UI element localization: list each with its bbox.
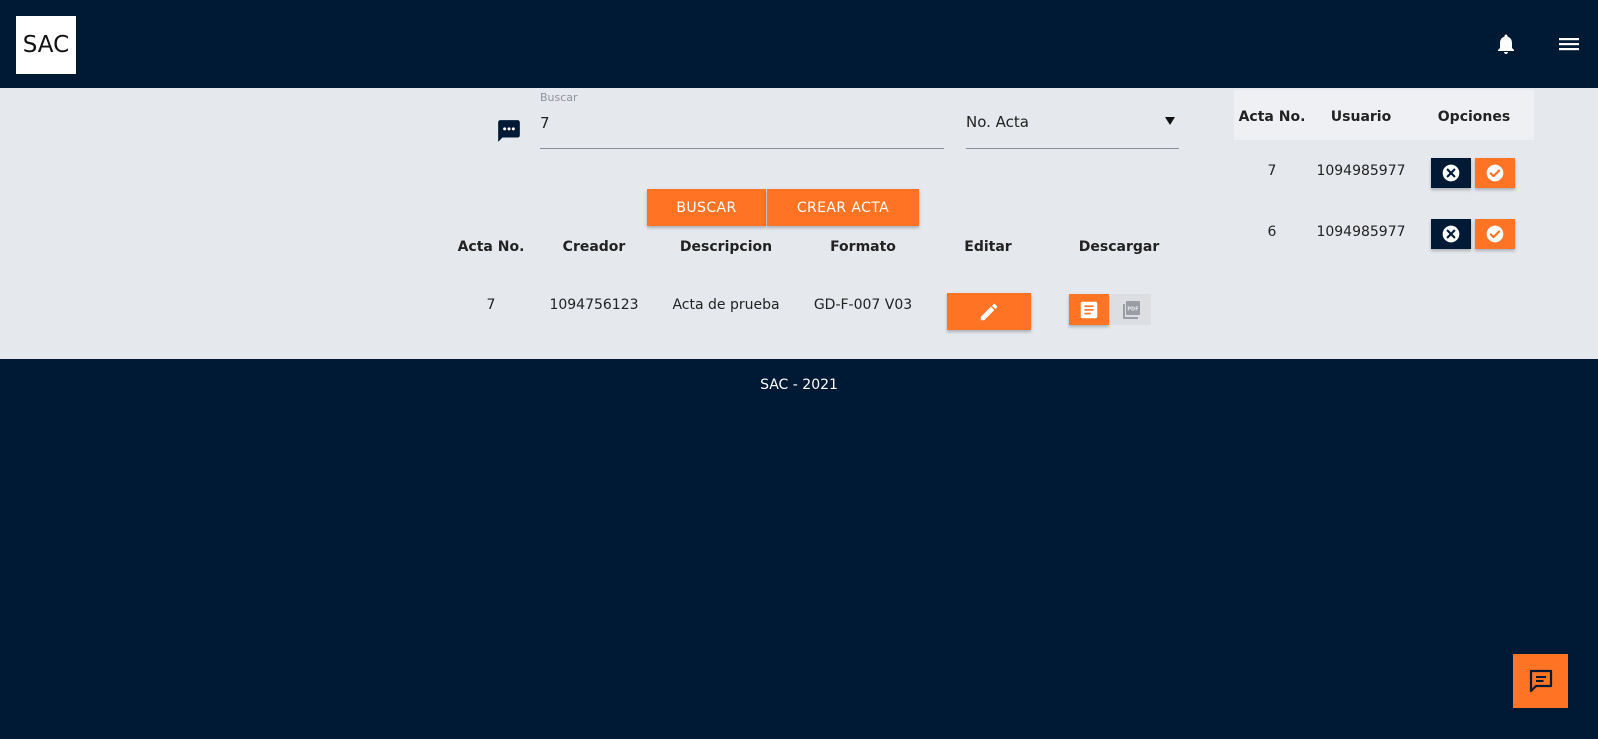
dropdown-arrow-icon xyxy=(1165,117,1175,125)
pdf-icon: PDF xyxy=(1123,300,1140,319)
search-input[interactable] xyxy=(540,111,944,135)
column-header-acta-no: Acta No. xyxy=(457,239,525,255)
column-header-descripcion: Descripcion xyxy=(679,239,773,255)
chat-dots-icon xyxy=(496,118,522,144)
cell-acta-no: 7 xyxy=(1267,163,1277,179)
cell-descripcion: Acta de prueba xyxy=(672,297,780,313)
search-field[interactable]: Buscar xyxy=(540,88,944,149)
svg-text:PDF: PDF xyxy=(1127,306,1138,312)
approve-button[interactable] xyxy=(1475,219,1515,249)
document-icon xyxy=(1080,301,1098,318)
cell-formato: GD-F-007 V03 xyxy=(813,297,913,313)
feedback-icon xyxy=(1529,669,1552,693)
cell-creador: 1094756123 xyxy=(549,297,639,313)
cell-acta-no: 7 xyxy=(486,297,496,313)
column-header-editar: Editar xyxy=(964,239,1012,255)
column-header-formato: Formato xyxy=(830,239,896,255)
filter-select-value: No. Acta xyxy=(966,113,1029,131)
column-header-usuario: Usuario xyxy=(1330,109,1392,125)
column-header-acta-no: Acta No. xyxy=(1238,109,1306,125)
approvals-table-header: Acta No. Usuario Opciones xyxy=(1234,90,1534,140)
search-label: Buscar xyxy=(540,91,578,104)
cell-usuario: 1094985977 xyxy=(1316,163,1406,179)
check-circle-icon xyxy=(1486,164,1504,182)
download-doc-button[interactable] xyxy=(1069,294,1109,325)
edit-button[interactable] xyxy=(947,293,1031,330)
menu-icon[interactable] xyxy=(1556,32,1582,56)
column-header-opciones: Opciones xyxy=(1437,109,1511,125)
cancel-icon xyxy=(1442,164,1460,182)
column-header-creador: Creador xyxy=(562,239,626,255)
sac-logo[interactable]: SAC xyxy=(16,16,76,74)
buscar-button[interactable]: BUSCAR xyxy=(647,189,766,226)
approve-button[interactable] xyxy=(1475,158,1515,188)
cell-usuario: 1094985977 xyxy=(1316,224,1406,240)
download-pdf-button[interactable]: PDF xyxy=(1111,294,1151,325)
cancel-icon xyxy=(1442,225,1460,243)
reject-button[interactable] xyxy=(1431,158,1471,188)
feedback-button[interactable] xyxy=(1513,654,1568,708)
cell-acta-no: 6 xyxy=(1267,224,1277,240)
top-app-bar: SAC xyxy=(0,0,1598,88)
content-area: Buscar No. Acta BUSCAR CREAR ACTA Acta N… xyxy=(0,88,1598,359)
reject-button[interactable] xyxy=(1431,219,1471,249)
crear-acta-button[interactable]: CREAR ACTA xyxy=(767,189,919,226)
footer-text: SAC - 2021 xyxy=(760,377,838,393)
bell-icon[interactable] xyxy=(1494,32,1518,56)
filter-select[interactable]: No. Acta xyxy=(966,104,1179,149)
column-header-descargar: Descargar xyxy=(1078,239,1160,255)
check-circle-icon xyxy=(1486,225,1504,243)
pencil-icon xyxy=(980,303,998,320)
